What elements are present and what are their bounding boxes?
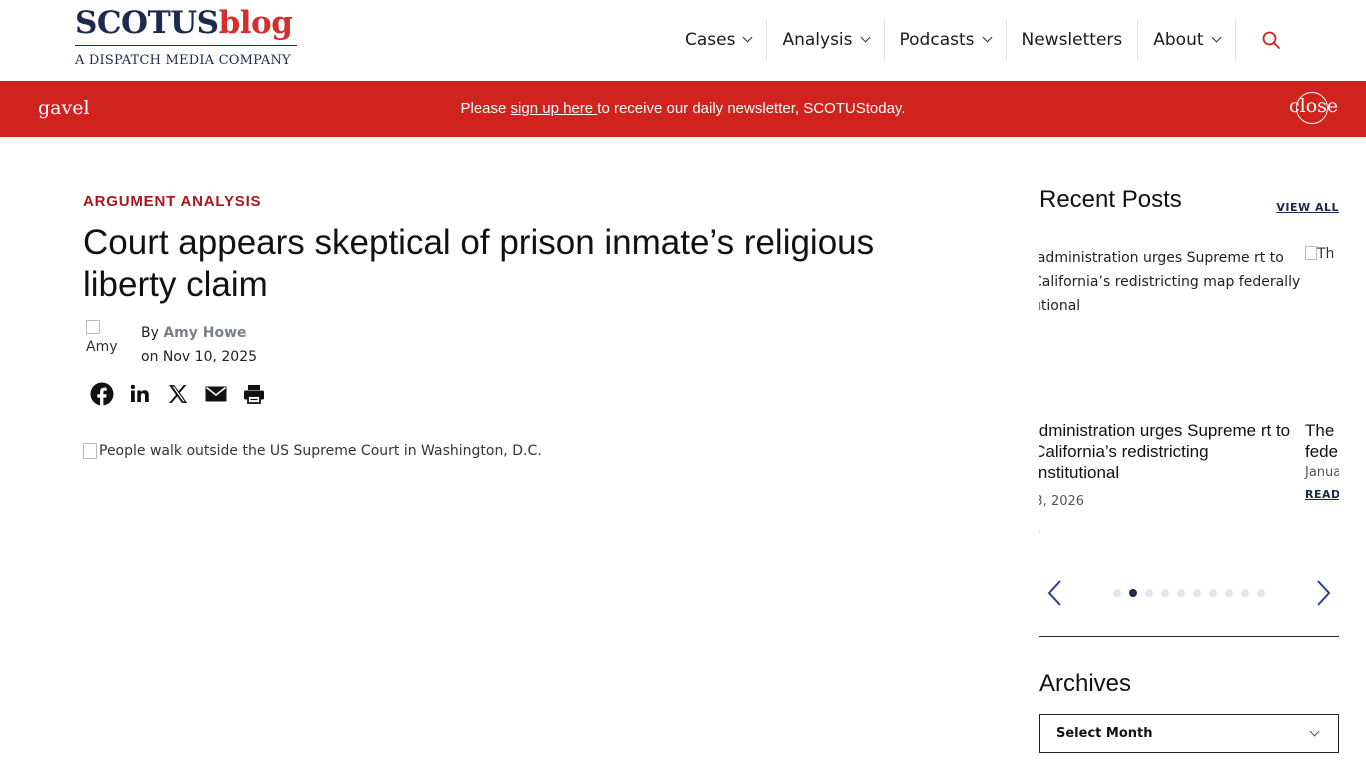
nav-label: Newsletters (1021, 30, 1123, 50)
site-logo[interactable]: SCOTUSblog A DISPATCH MEDIA COMPANY (75, 4, 297, 68)
recent-post-title[interactable]: The fede (1305, 420, 1339, 462)
main-nav: Cases Analysis Podcasts Newsletters Abou… (670, 19, 1306, 61)
image-alt-text: Th (1317, 246, 1335, 262)
banner-close-button[interactable]: close (1289, 92, 1338, 124)
carousel-controls (1039, 575, 1339, 611)
read-more-link[interactable]: MORE (1039, 520, 1301, 533)
x-icon[interactable] (166, 382, 190, 406)
nav-item-about[interactable]: About (1138, 19, 1236, 61)
carousel-dot[interactable] (1113, 589, 1121, 597)
search-button[interactable] (1236, 19, 1306, 61)
nav-label: Cases (685, 30, 736, 50)
article-title: Court appears skeptical of prison inmate… (83, 223, 875, 304)
broken-image-icon (86, 320, 100, 334)
recent-post-image-alt[interactable]: ump administration urges Supreme rt to f… (1039, 246, 1301, 318)
newsletter-signup-link[interactable]: sign up here (511, 100, 598, 117)
banner-text-before: Please (460, 100, 511, 117)
carousel-dot[interactable] (1129, 589, 1137, 597)
article-byline: By Amy Howe on Nov 10, 2025 (141, 321, 257, 369)
author-avatar: Amy (84, 320, 128, 364)
carousel-dot[interactable] (1241, 589, 1249, 597)
logo-blog: blog (218, 5, 293, 41)
chevron-down-icon (1211, 32, 1221, 43)
banner-text-after: to receive our daily newsletter, SCOTUSt… (597, 100, 906, 117)
search-icon (1262, 31, 1280, 49)
recent-post-image-2[interactable]: Th (1305, 246, 1334, 262)
chevron-left-icon[interactable] (1045, 579, 1065, 607)
chevron-down-icon (1309, 726, 1320, 737)
chevron-right-icon[interactable] (1313, 579, 1333, 607)
archives-heading: Archives (1039, 670, 1132, 697)
site-header: SCOTUSblog A DISPATCH MEDIA COMPANY Case… (0, 0, 1366, 81)
logo-wordmark[interactable]: SCOTUSblog (75, 4, 297, 42)
banner-message: Please sign up here to receive our daily… (0, 100, 1366, 117)
recent-post-date: ary 23, 2026 (1039, 494, 1085, 509)
broken-image-icon (1305, 246, 1317, 260)
recent-post-title[interactable]: mp administration urges Supreme rt to fi… (1039, 420, 1301, 483)
byline-prefix: By (141, 325, 164, 341)
share-bar (90, 382, 266, 406)
sidebar-divider (1039, 636, 1339, 637)
carousel-dot[interactable] (1225, 589, 1233, 597)
recent-posts-carousel: ump administration urges Supreme rt to f… (1039, 240, 1339, 540)
print-icon[interactable] (242, 382, 266, 406)
avatar-alt-text: Amy (86, 339, 118, 355)
nav-item-analysis[interactable]: Analysis (767, 19, 885, 61)
nav-label: Analysis (782, 30, 853, 50)
archives-month-select[interactable]: Select Month (1039, 714, 1339, 753)
article-date: on Nov 10, 2025 (141, 349, 258, 365)
nav-label: About (1153, 30, 1204, 50)
chevron-down-icon (860, 32, 870, 43)
nav-item-podcasts[interactable]: Podcasts (885, 19, 1007, 61)
article-hero-image: People walk outside the US Supreme Court… (83, 443, 542, 459)
newsletter-banner: gavel Please sign up here to receive our… (0, 81, 1366, 137)
carousel-dot[interactable] (1161, 589, 1169, 597)
logo-tagline: A DISPATCH MEDIA COMPANY (75, 53, 291, 68)
recent-post-card: The fede Janua READ (1305, 420, 1339, 501)
recent-post-card: mp administration urges Supreme rt to fi… (1039, 420, 1301, 533)
carousel-dot[interactable] (1145, 589, 1153, 597)
chevron-down-icon (743, 32, 753, 43)
linkedin-icon[interactable] (128, 382, 152, 406)
broken-image-icon (83, 443, 97, 459)
recent-post-date: Janua (1305, 465, 1339, 480)
hero-alt-text: People walk outside the US Supreme Court… (99, 443, 542, 459)
close-icon (1296, 92, 1328, 124)
carousel-dot[interactable] (1193, 589, 1201, 597)
carousel-dot[interactable] (1177, 589, 1185, 597)
nav-item-cases[interactable]: Cases (670, 19, 768, 61)
carousel-dot[interactable] (1257, 589, 1265, 597)
recent-posts-header: Recent Posts VIEW ALL (1039, 186, 1339, 214)
select-value: Select Month (1056, 726, 1153, 741)
carousel-dot[interactable] (1209, 589, 1217, 597)
email-icon[interactable] (204, 382, 228, 406)
logo-scotus: SCOTUS (75, 5, 219, 41)
article-category[interactable]: ARGUMENT ANALYSIS (83, 193, 261, 210)
read-more-link[interactable]: READ (1305, 488, 1339, 501)
carousel-dots (1113, 589, 1265, 597)
view-all-link[interactable]: VIEW ALL (1276, 201, 1339, 214)
facebook-icon[interactable] (90, 382, 114, 406)
chevron-down-icon (982, 32, 992, 43)
author-link[interactable]: Amy Howe (163, 325, 246, 341)
nav-item-newsletters[interactable]: Newsletters (1007, 19, 1139, 61)
nav-label: Podcasts (899, 30, 975, 50)
logo-divider (75, 45, 297, 46)
